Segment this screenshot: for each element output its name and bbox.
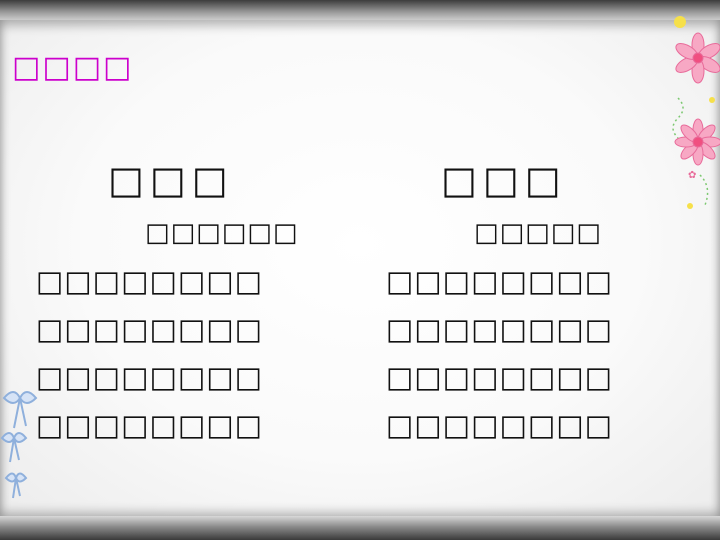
ribbon-bow-icon	[0, 391, 38, 499]
poem-2-line-4: □□□□□□□□	[386, 408, 614, 442]
poem-2-line-3: □□□□□□□□	[386, 360, 614, 394]
poem-2-line-1: □□□□□□□□	[386, 264, 614, 298]
poem-1-line-3: □□□□□□□□	[36, 360, 264, 394]
poem-1-line-2: □□□□□□□□	[36, 312, 264, 346]
poem-1-line-1: □□□□□□□□	[36, 264, 264, 298]
poem-1-line-4: □□□□□□□□	[36, 408, 264, 442]
svg-text:✿: ✿	[688, 170, 696, 181]
frame-bottom	[0, 516, 720, 540]
poem-2-line-2: □□□□□□□□	[386, 312, 614, 346]
poem-2-title: □□□	[441, 158, 567, 202]
poem-2-author: □□□□□	[474, 218, 602, 248]
flower-decoration-icon: ✿	[672, 16, 720, 209]
poem-1-author: □□□□□□	[145, 218, 299, 248]
poem-1-title: □□□	[108, 158, 234, 202]
section-heading: □□□□	[12, 50, 134, 85]
frame-top	[0, 0, 720, 22]
